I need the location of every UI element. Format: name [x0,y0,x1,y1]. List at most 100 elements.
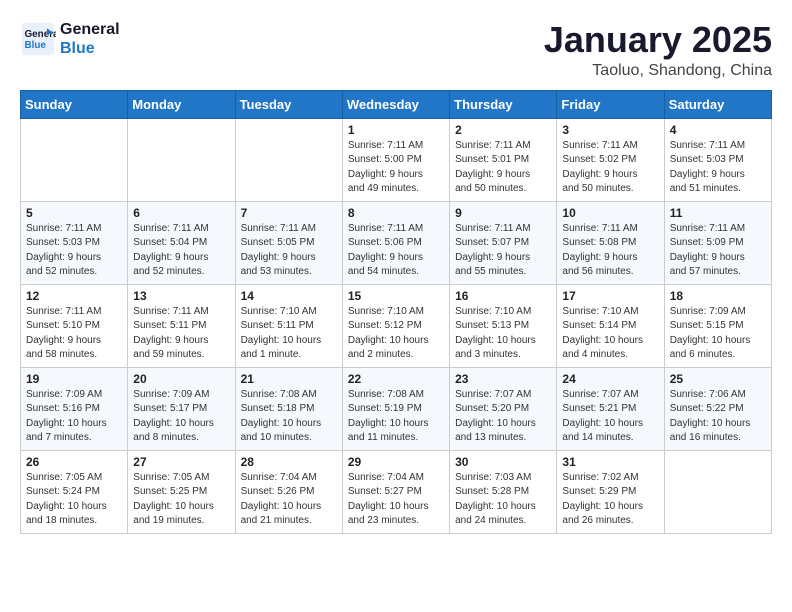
calendar-day-29: 29Sunrise: 7:04 AMSunset: 5:27 PMDayligh… [342,450,449,533]
day-info: Sunrise: 7:05 AMSunset: 5:24 PMDaylight:… [26,471,122,529]
day-number: 22 [348,372,444,386]
day-info: Sunrise: 7:07 AMSunset: 5:21 PMDaylight:… [562,388,658,446]
day-number: 8 [348,206,444,220]
subtitle: Taoluo, Shandong, China [544,62,772,80]
day-number: 6 [133,206,229,220]
day-info: Sunrise: 7:11 AMSunset: 5:01 PMDaylight:… [455,139,551,197]
day-info: Sunrise: 7:10 AMSunset: 5:14 PMDaylight:… [562,305,658,363]
calendar-empty-cell [235,118,342,201]
day-info: Sunrise: 7:08 AMSunset: 5:19 PMDaylight:… [348,388,444,446]
day-number: 31 [562,455,658,469]
day-number: 15 [348,289,444,303]
calendar-header-row: SundayMondayTuesdayWednesdayThursdayFrid… [21,90,772,118]
svg-text:General: General [25,29,57,40]
day-info: Sunrise: 7:10 AMSunset: 5:13 PMDaylight:… [455,305,551,363]
svg-text:Blue: Blue [25,40,47,51]
day-header-thursday: Thursday [450,90,557,118]
day-info: Sunrise: 7:06 AMSunset: 5:22 PMDaylight:… [670,388,766,446]
day-number: 29 [348,455,444,469]
day-info: Sunrise: 7:11 AMSunset: 5:10 PMDaylight:… [26,305,122,363]
logo-text-general: General [60,20,120,39]
day-number: 25 [670,372,766,386]
calendar-day-6: 6 Sunrise: 7:11 AMSunset: 5:04 PMDaylight… [128,201,235,284]
day-info: Sunrise: 7:03 AMSunset: 5:28 PMDaylight:… [455,471,551,529]
day-number: 20 [133,372,229,386]
calendar-day-28: 28Sunrise: 7:04 AMSunset: 5:26 PMDayligh… [235,450,342,533]
calendar-week-row: 12 Sunrise: 7:11 AMSunset: 5:10 PMDayligh… [21,284,772,367]
day-info: Sunrise: 7:11 AMSunset: 5:04 PMDaylight:… [133,222,229,280]
day-number: 2 [455,123,551,137]
calendar-day-22: 22 Sunrise: 7:08 AMSunset: 5:19 PMDayligh… [342,367,449,450]
day-number: 18 [670,289,766,303]
day-info: Sunrise: 7:11 AMSunset: 5:11 PMDaylight:… [133,305,229,363]
day-number: 13 [133,289,229,303]
day-header-monday: Monday [128,90,235,118]
day-info: Sunrise: 7:07 AMSunset: 5:20 PMDaylight:… [455,388,551,446]
day-info: Sunrise: 7:09 AMSunset: 5:17 PMDaylight:… [133,388,229,446]
day-number: 5 [26,206,122,220]
day-header-friday: Friday [557,90,664,118]
day-number: 4 [670,123,766,137]
day-info: Sunrise: 7:09 AMSunset: 5:16 PMDaylight:… [26,388,122,446]
day-number: 14 [241,289,337,303]
calendar-day-1: 1Sunrise: 7:11 AMSunset: 5:00 PMDaylight… [342,118,449,201]
day-info: Sunrise: 7:11 AMSunset: 5:00 PMDaylight:… [348,139,444,197]
calendar-day-10: 10 Sunrise: 7:11 AMSunset: 5:08 PMDayligh… [557,201,664,284]
day-info: Sunrise: 7:05 AMSunset: 5:25 PMDaylight:… [133,471,229,529]
calendar-day-24: 24Sunrise: 7:07 AMSunset: 5:21 PMDayligh… [557,367,664,450]
day-info: Sunrise: 7:11 AMSunset: 5:02 PMDaylight:… [562,139,658,197]
day-number: 16 [455,289,551,303]
title-block: January 2025 Taoluo, Shandong, China [544,20,772,80]
day-number: 30 [455,455,551,469]
calendar-day-21: 21 Sunrise: 7:08 AMSunset: 5:18 PMDayligh… [235,367,342,450]
day-number: 28 [241,455,337,469]
day-header-sunday: Sunday [21,90,128,118]
day-info: Sunrise: 7:11 AMSunset: 5:03 PMDaylight:… [670,139,766,197]
calendar-empty-cell [128,118,235,201]
day-number: 23 [455,372,551,386]
day-header-saturday: Saturday [664,90,771,118]
day-number: 17 [562,289,658,303]
logo-text-blue: Blue [60,39,120,58]
day-info: Sunrise: 7:11 AMSunset: 5:05 PMDaylight:… [241,222,337,280]
calendar-week-row: 26Sunrise: 7:05 AMSunset: 5:24 PMDayligh… [21,450,772,533]
day-number: 27 [133,455,229,469]
day-info: Sunrise: 7:09 AMSunset: 5:15 PMDaylight:… [670,305,766,363]
calendar-day-31: 31 Sunrise: 7:02 AMSunset: 5:29 PMDayligh… [557,450,664,533]
day-number: 7 [241,206,337,220]
calendar-day-15: 15 Sunrise: 7:10 AMSunset: 5:12 PMDayligh… [342,284,449,367]
calendar-day-5: 5Sunrise: 7:11 AMSunset: 5:03 PMDaylight… [21,201,128,284]
calendar-day-16: 16 Sunrise: 7:10 AMSunset: 5:13 PMDayligh… [450,284,557,367]
calendar-day-20: 20 Sunrise: 7:09 AMSunset: 5:17 PMDayligh… [128,367,235,450]
calendar-empty-cell [21,118,128,201]
day-info: Sunrise: 7:11 AMSunset: 5:08 PMDaylight:… [562,222,658,280]
day-info: Sunrise: 7:10 AMSunset: 5:12 PMDaylight:… [348,305,444,363]
main-title: January 2025 [544,20,772,60]
calendar-week-row: 1Sunrise: 7:11 AMSunset: 5:00 PMDaylight… [21,118,772,201]
day-number: 11 [670,206,766,220]
day-info: Sunrise: 7:02 AMSunset: 5:29 PMDaylight:… [562,471,658,529]
calendar-day-2: 2 Sunrise: 7:11 AMSunset: 5:01 PMDaylight… [450,118,557,201]
calendar-week-row: 19 Sunrise: 7:09 AMSunset: 5:16 PMDayligh… [21,367,772,450]
calendar-day-4: 4 Sunrise: 7:11 AMSunset: 5:03 PMDaylight… [664,118,771,201]
day-number: 21 [241,372,337,386]
day-number: 9 [455,206,551,220]
calendar-day-7: 7 Sunrise: 7:11 AMSunset: 5:05 PMDaylight… [235,201,342,284]
day-number: 19 [26,372,122,386]
day-info: Sunrise: 7:08 AMSunset: 5:18 PMDaylight:… [241,388,337,446]
day-info: Sunrise: 7:11 AMSunset: 5:09 PMDaylight:… [670,222,766,280]
day-info: Sunrise: 7:10 AMSunset: 5:11 PMDaylight:… [241,305,337,363]
day-header-tuesday: Tuesday [235,90,342,118]
day-number: 10 [562,206,658,220]
logo: General Blue General Blue [20,20,120,58]
calendar-day-25: 25 Sunrise: 7:06 AMSunset: 5:22 PMDayligh… [664,367,771,450]
calendar-day-19: 19 Sunrise: 7:09 AMSunset: 5:16 PMDayligh… [21,367,128,450]
calendar-day-17: 17 Sunrise: 7:10 AMSunset: 5:14 PMDayligh… [557,284,664,367]
calendar-empty-cell [664,450,771,533]
calendar-day-14: 14 Sunrise: 7:10 AMSunset: 5:11 PMDayligh… [235,284,342,367]
day-info: Sunrise: 7:11 AMSunset: 5:07 PMDaylight:… [455,222,551,280]
calendar-table: SundayMondayTuesdayWednesdayThursdayFrid… [20,90,772,534]
day-info: Sunrise: 7:11 AMSunset: 5:06 PMDaylight:… [348,222,444,280]
calendar-day-12: 12 Sunrise: 7:11 AMSunset: 5:10 PMDayligh… [21,284,128,367]
day-number: 12 [26,289,122,303]
